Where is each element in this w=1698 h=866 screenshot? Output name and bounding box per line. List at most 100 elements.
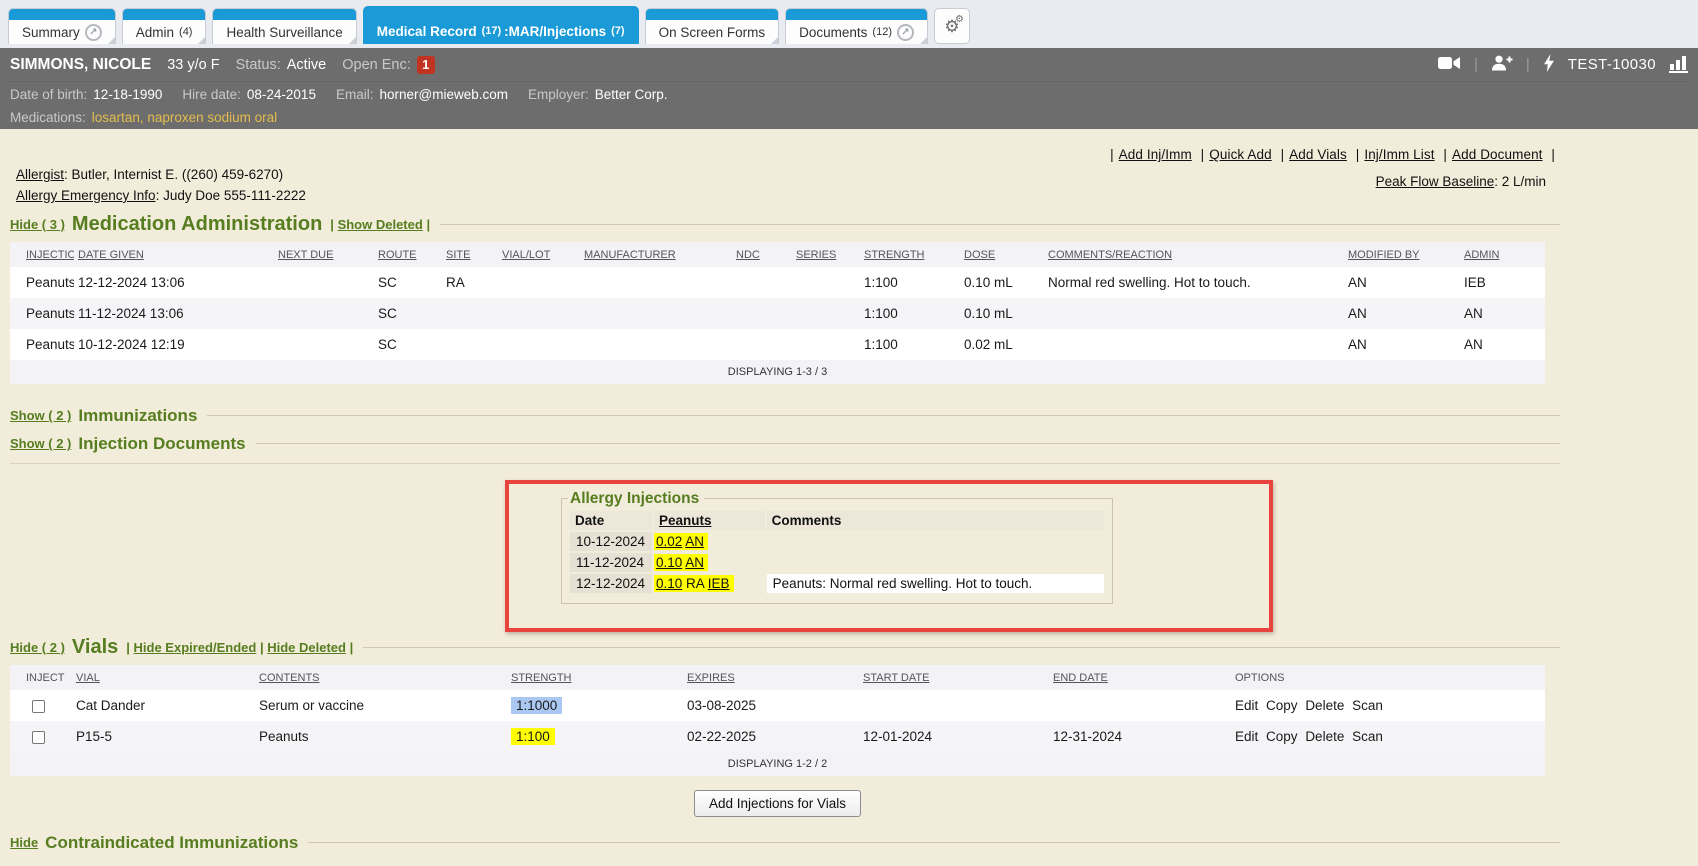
- add-injections-for-vials-button[interactable]: Add Injections for Vials: [694, 790, 861, 817]
- show-injection-documents-toggle[interactable]: Show ( 2 ): [10, 436, 71, 451]
- tab-summary[interactable]: Summary ↗: [8, 8, 116, 44]
- show-immunizations-toggle[interactable]: Show ( 2 ): [10, 408, 71, 423]
- column-header-admin[interactable]: ADMIN: [1464, 249, 1499, 261]
- separator: |: [330, 217, 334, 232]
- column-header-vial-lot[interactable]: VIAL/LOT: [502, 249, 550, 261]
- tab-admin[interactable]: Admin (4): [122, 8, 207, 44]
- column-header-vial[interactable]: VIAL: [76, 672, 100, 684]
- cell: RA: [442, 267, 498, 298]
- cell: [580, 267, 732, 298]
- lightning-bolt-icon[interactable]: [1543, 54, 1555, 76]
- strength-highlight: 1:1000: [511, 697, 562, 714]
- column-header-next-due[interactable]: NEXT DUE: [278, 249, 333, 261]
- hire-date-value: 08-24-2015: [247, 87, 316, 102]
- column-header-ndc[interactable]: NDC: [736, 249, 760, 261]
- column-header-expires[interactable]: EXPIRES: [687, 672, 735, 684]
- dose-link[interactable]: 0.10: [656, 576, 682, 591]
- allergy-injection-row: 11-12-2024 0.10 AN: [570, 553, 1104, 572]
- inject-checkbox[interactable]: [32, 731, 45, 744]
- table-row: Peanuts 11-12-2024 13:06 SC 1:100 0.10 m…: [10, 298, 1545, 329]
- tab-on-screen-forms[interactable]: On Screen Forms: [645, 8, 780, 44]
- hide-deleted-link[interactable]: Hide Deleted: [267, 640, 346, 655]
- open-encounter-badge[interactable]: 1: [417, 56, 435, 74]
- medications-links[interactable]: losartan, naproxen sodium oral: [92, 110, 277, 125]
- table-row: Peanuts 12-12-2024 13:06 SC RA 1:100 0.1…: [10, 267, 1545, 298]
- delete-link[interactable]: Delete: [1305, 729, 1344, 744]
- initials-link[interactable]: AN: [685, 555, 704, 570]
- column-header-comments-reaction[interactable]: COMMENTS/REACTION: [1048, 249, 1172, 261]
- dose-link[interactable]: 0.10: [656, 555, 682, 570]
- section-title: Vials: [72, 636, 118, 659]
- allergist-link[interactable]: Allergist: [16, 167, 64, 182]
- vials-table: INJECT VIAL CONTENTS STRENGTH EXPIRES ST…: [10, 665, 1545, 752]
- scan-link[interactable]: Scan: [1352, 698, 1383, 713]
- column-header-contents[interactable]: CONTENTS: [259, 672, 320, 684]
- column-header-end-date[interactable]: END DATE: [1053, 672, 1108, 684]
- tab-health-surveillance[interactable]: Health Surveillance: [212, 8, 356, 44]
- add-vials-link[interactable]: Add Vials: [1289, 147, 1347, 162]
- column-header-strength[interactable]: STRENGTH: [511, 672, 572, 684]
- edit-link[interactable]: Edit: [1235, 698, 1258, 713]
- cell-comment: [767, 553, 1104, 572]
- column-header-site[interactable]: SITE: [446, 249, 470, 261]
- hide-expired-ended-link[interactable]: Hide Expired/Ended: [134, 640, 257, 655]
- add-user-icon[interactable]: [1491, 55, 1513, 75]
- copy-link[interactable]: Copy: [1266, 729, 1298, 744]
- flowsheet-chart-icon[interactable]: [1669, 56, 1688, 73]
- tab-documents[interactable]: Documents (12) ↗: [785, 8, 928, 44]
- cell: [498, 329, 580, 360]
- column-header-manufacturer[interactable]: MANUFACTURER: [584, 249, 676, 261]
- initials-link[interactable]: IEB: [708, 576, 730, 591]
- section-rule: [440, 224, 1560, 225]
- column-header-series[interactable]: SERIES: [796, 249, 836, 261]
- column-header-date-given[interactable]: DATE GIVEN: [78, 249, 144, 261]
- hide-contraindicated-toggle[interactable]: Hide: [10, 835, 38, 850]
- tab-medical-record-mar-injections[interactable]: Medical Record (17) :MAR/Injections (7): [363, 6, 639, 44]
- column-header-options: OPTIONS: [1235, 672, 1285, 684]
- quick-add-link[interactable]: Quick Add: [1209, 147, 1271, 162]
- settings-gear-button[interactable]: ⚙ ⚙: [934, 8, 970, 44]
- vials-table-paging: DISPLAYING 1-2 / 2: [10, 752, 1545, 776]
- open-in-new-icon[interactable]: ↗: [897, 24, 914, 41]
- cell: 1:100: [860, 329, 960, 360]
- hide-vials-toggle[interactable]: Hide ( 2 ): [10, 640, 65, 655]
- delete-link[interactable]: Delete: [1305, 698, 1344, 713]
- column-header-dose[interactable]: DOSE: [964, 249, 995, 261]
- column-header-peanuts-link[interactable]: Peanuts: [659, 513, 712, 528]
- show-deleted-link[interactable]: Show Deleted: [338, 217, 423, 232]
- tab-bar: Summary ↗ Admin (4) Health Surveillance …: [0, 0, 1698, 48]
- allergy-emergency-link[interactable]: Allergy Emergency Info: [16, 188, 156, 203]
- column-header-strength[interactable]: STRENGTH: [864, 249, 925, 261]
- cell: Peanuts: [10, 329, 74, 360]
- column-header-start-date[interactable]: START DATE: [863, 672, 929, 684]
- initials-link[interactable]: AN: [685, 534, 704, 549]
- tab-count: (12): [872, 26, 892, 38]
- open-in-new-icon[interactable]: ↗: [85, 24, 102, 41]
- allergist-value: : Butler, Internist E. ((260) 459-6270): [64, 167, 283, 182]
- column-header-route[interactable]: ROUTE: [378, 249, 417, 261]
- dose-link[interactable]: 0.02: [656, 534, 682, 549]
- cell: [580, 298, 732, 329]
- column-header-injection[interactable]: INJECTION: [26, 249, 74, 261]
- patient-name: SIMMONS, NICOLE: [10, 56, 151, 74]
- add-inj-imm-link[interactable]: Add Inj/Imm: [1119, 147, 1192, 162]
- divider: |: [1474, 56, 1478, 73]
- edit-link[interactable]: Edit: [1235, 729, 1258, 744]
- column-header-modified-by[interactable]: MODIFIED BY: [1348, 249, 1420, 261]
- patient-id: TEST-10030: [1568, 56, 1656, 73]
- allergy-injections-panel: Allergy Injections Date Peanuts Comments…: [561, 490, 1113, 604]
- inject-checkbox[interactable]: [32, 700, 45, 713]
- email-label: Email:: [336, 87, 374, 102]
- hide-medication-administration-toggle[interactable]: Hide ( 3 ): [10, 217, 65, 232]
- inj-imm-list-link[interactable]: Inj/Imm List: [1364, 147, 1434, 162]
- video-camera-icon[interactable]: [1438, 56, 1461, 74]
- copy-link[interactable]: Copy: [1266, 698, 1298, 713]
- scan-link[interactable]: Scan: [1352, 729, 1383, 744]
- cell: P15-5: [72, 721, 255, 752]
- separator: |: [350, 640, 354, 655]
- cell: 12-31-2024: [1049, 721, 1231, 752]
- cell: AN: [1344, 298, 1460, 329]
- cell: [498, 267, 580, 298]
- add-document-link[interactable]: Add Document: [1452, 147, 1543, 162]
- peak-flow-baseline-link[interactable]: Peak Flow Baseline: [1376, 174, 1495, 189]
